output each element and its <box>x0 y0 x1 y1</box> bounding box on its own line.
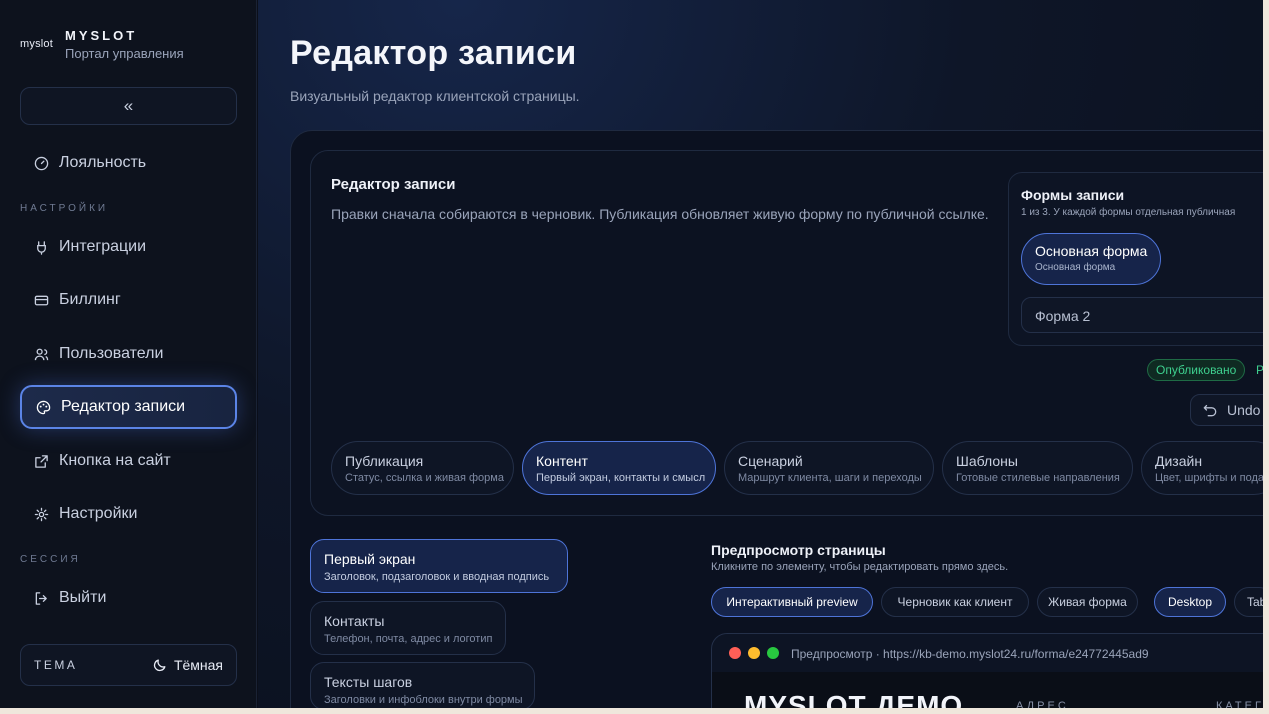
sidebar-item-label: Биллинг <box>59 291 121 308</box>
sidebar-item-label: Интеграции <box>59 238 147 255</box>
tab-scenario[interactable]: Сценарий Маршрут клиента, шаги и переход… <box>724 441 934 495</box>
section-title: Первый экран <box>324 551 416 567</box>
gear-icon <box>33 506 49 522</box>
sidebar-item-label: Настройки <box>59 505 138 522</box>
theme-label: ТЕМА <box>34 658 78 672</box>
demo-address-label: АДРЕС <box>1016 700 1069 708</box>
tab-content[interactable]: Контент Первый экран, контакты и смысл <box>522 441 716 495</box>
sidebar-item-label: Лояльность <box>59 154 147 171</box>
tab-sub: Готовые стилевые направления <box>956 472 1120 484</box>
demo-title[interactable]: MYSLOT ДЕМО <box>744 690 963 708</box>
app-window: myslot MYSLOT Портал управления « Лояльн… <box>0 0 1263 708</box>
section-title: Контакты <box>324 613 385 629</box>
tab-title: Публикация <box>345 453 424 469</box>
sidebar-item-billing[interactable]: Биллинг <box>20 278 237 322</box>
preview-url: Предпросмотр · https://kb-demo.myslot24.… <box>791 647 1149 661</box>
section-session: СЕССИЯ <box>20 554 81 565</box>
section-contacts[interactable]: Контакты Телефон, почта, адрес и логотип <box>310 601 506 655</box>
sidebar-item-label: Выйти <box>59 589 107 606</box>
undo-label: Undo <box>1227 402 1261 418</box>
demo-category-label: КАТЕГ <box>1216 700 1263 708</box>
sidebar: myslot MYSLOT Портал управления « Лояльн… <box>0 0 257 708</box>
page-subtitle: Визуальный редактор клиентской страницы. <box>290 88 580 104</box>
section-sub: Заголовок, подзаголовок и вводная подпис… <box>324 571 550 583</box>
section-first-screen[interactable]: Первый экран Заголовок, подзаголовок и в… <box>310 539 568 593</box>
section-title: Тексты шагов <box>324 674 413 690</box>
sidebar-item-booking-editor[interactable]: Редактор записи <box>20 385 237 429</box>
external-link-icon <box>33 453 49 469</box>
form-item-title: Основная форма <box>1035 243 1148 259</box>
editor-title: Редактор записи <box>331 176 456 193</box>
sidebar-item-users[interactable]: Пользователи <box>20 332 237 376</box>
moon-icon <box>153 659 166 672</box>
plug-icon <box>33 239 49 255</box>
chip-draft-as-client[interactable]: Черновик как клиент <box>881 587 1029 617</box>
window-close-dot <box>729 647 741 659</box>
tab-templates[interactable]: Шаблоны Готовые стилевые направления <box>942 441 1133 495</box>
preview-title: Предпросмотр страницы <box>711 542 886 558</box>
section-step-texts[interactable]: Тексты шагов Заголовки и инфоблоки внутр… <box>310 662 535 708</box>
tab-title: Сценарий <box>738 453 803 469</box>
section-sub: Телефон, почта, адрес и логотип <box>324 633 493 645</box>
forms-title: Формы записи <box>1021 187 1125 203</box>
brand: myslot MYSLOT Портал управления <box>20 28 184 61</box>
tab-title: Шаблоны <box>956 453 1018 469</box>
preview-subtitle: Кликните по элементу, чтобы редактироват… <box>711 561 1009 573</box>
chip-live-form[interactable]: Живая форма <box>1037 587 1138 617</box>
form-item-2[interactable]: Форма 2 <box>1021 297 1263 333</box>
collapse-sidebar-button[interactable]: « <box>20 87 237 125</box>
tab-sub: Цвет, шрифты и подач <box>1155 472 1263 484</box>
sidebar-item-site-button[interactable]: Кнопка на сайт <box>20 439 237 483</box>
logout-icon <box>33 590 49 606</box>
palette-icon <box>35 399 51 415</box>
theme-value: Тёмная <box>153 657 223 673</box>
brand-name: MYSLOT <box>65 28 138 43</box>
chip-interactive-preview[interactable]: Интерактивный preview <box>711 587 873 617</box>
tab-title: Дизайн <box>1155 453 1203 469</box>
sidebar-item-label: Кнопка на сайт <box>59 452 171 469</box>
theme-value-label: Тёмная <box>173 657 223 673</box>
sidebar-item-label: Редактор записи <box>61 398 186 415</box>
main-content: Редактор записи Визуальный редактор клие… <box>258 0 1263 708</box>
gauge-icon <box>33 155 49 171</box>
sidebar-item-loyalty[interactable]: Лояльность <box>20 141 237 185</box>
form-item-sub: Основная форма <box>1035 262 1116 273</box>
sidebar-item-settings[interactable]: Настройки <box>20 492 237 536</box>
tab-publication[interactable]: Публикация Статус, ссылка и живая форма <box>331 441 514 495</box>
brand-subtitle: Портал управления <box>65 46 184 61</box>
brand-logo: myslot <box>20 38 53 50</box>
section-settings: НАСТРОЙКИ <box>20 203 109 214</box>
undo-icon <box>1203 404 1217 417</box>
forms-subtitle: 1 из 3. У каждой формы отдельная публичн… <box>1021 207 1236 218</box>
editor-description: Правки сначала собираются в черновик. Пу… <box>331 206 989 222</box>
card-icon <box>33 292 49 308</box>
sidebar-item-label: Пользователи <box>59 345 164 362</box>
sidebar-item-logout[interactable]: Выйти <box>20 576 237 620</box>
chip-tablet[interactable]: Tab <box>1234 587 1263 617</box>
status-extra: Р <box>1256 363 1263 377</box>
undo-button[interactable]: Undo <box>1190 394 1263 426</box>
tab-sub: Статус, ссылка и живая форма <box>345 472 504 484</box>
users-icon <box>33 346 49 362</box>
page-title: Редактор записи <box>290 34 577 72</box>
tab-title: Контент <box>536 453 588 469</box>
theme-toggle[interactable]: ТЕМА Тёмная <box>20 644 237 686</box>
sidebar-item-integrations[interactable]: Интеграции <box>20 225 237 269</box>
tab-design[interactable]: Дизайн Цвет, шрифты и подач <box>1141 441 1263 495</box>
window-maximize-dot <box>767 647 779 659</box>
window-minimize-dot <box>748 647 760 659</box>
section-sub: Заголовки и инфоблоки внутри формы <box>324 694 523 706</box>
status-badge: Опубликовано <box>1147 359 1246 381</box>
tab-sub: Первый экран, контакты и смысл <box>536 472 706 484</box>
chip-desktop[interactable]: Desktop <box>1154 587 1226 617</box>
form-item-main[interactable]: Основная форма Основная форма <box>1021 233 1161 285</box>
tab-sub: Маршрут клиента, шаги и переходы <box>738 472 922 484</box>
